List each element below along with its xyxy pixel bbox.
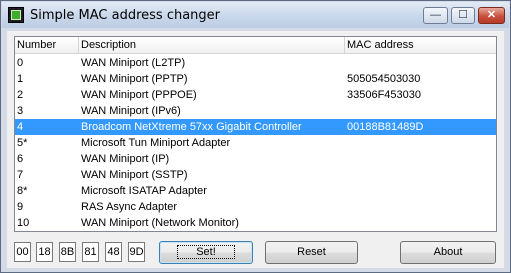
- table-row[interactable]: 7 WAN Miniport (SSTP): [15, 167, 496, 183]
- window-title: Simple MAC address changer: [30, 8, 221, 23]
- mac-byte-4-input[interactable]: 81: [82, 242, 99, 262]
- row-number: 1: [17, 73, 24, 85]
- row-description: WAN Miniport (Network Monitor): [81, 217, 239, 229]
- mac-byte-3-input[interactable]: 8B: [59, 242, 76, 262]
- row-description: Microsoft Tun Miniport Adapter: [81, 137, 231, 149]
- row-description: WAN Miniport (L2TP): [81, 57, 186, 69]
- mac-byte-5-input[interactable]: 48: [105, 242, 122, 262]
- row-number: 6: [17, 153, 24, 165]
- column-header-number[interactable]: Number: [15, 37, 79, 54]
- row-description: WAN Miniport (IP): [81, 153, 170, 165]
- mac-byte-6-input[interactable]: 9D: [128, 242, 145, 262]
- row-number: 7: [17, 169, 24, 181]
- close-button[interactable]: ✕: [478, 7, 505, 24]
- row-number: 8*: [17, 185, 28, 197]
- row-number: 2: [17, 89, 24, 101]
- maximize-button[interactable]: ☐: [451, 7, 475, 24]
- row-number: 5*: [17, 137, 28, 149]
- about-button[interactable]: About: [400, 241, 496, 264]
- list-header: Number Description MAC address: [15, 37, 496, 54]
- title-bar[interactable]: Simple MAC address changer — ☐ ✕: [2, 2, 509, 28]
- row-description: WAN Miniport (PPPOE): [81, 89, 197, 101]
- table-row[interactable]: 8* Microsoft ISATAP Adapter: [15, 183, 496, 199]
- row-mac-address: 00188B81489D: [347, 121, 424, 133]
- table-row[interactable]: 0 WAN Miniport (L2TP): [15, 55, 496, 71]
- column-header-mac[interactable]: MAC address: [345, 37, 496, 54]
- reset-button[interactable]: Reset: [265, 241, 358, 264]
- row-number: 0: [17, 57, 24, 69]
- mac-byte-1-input[interactable]: 00: [14, 242, 31, 262]
- minimize-button[interactable]: —: [423, 7, 448, 24]
- row-mac-address: 505054503030: [347, 73, 421, 85]
- table-row[interactable]: 3 WAN Miniport (IPv6): [15, 103, 496, 119]
- column-header-description[interactable]: Description: [79, 37, 345, 54]
- table-row[interactable]: 6 WAN Miniport (IP): [15, 151, 496, 167]
- adapter-list[interactable]: Number Description MAC address 0 WAN Mini…: [14, 36, 497, 232]
- row-description: Broadcom NetXtreme 57xx Gigabit Controll…: [81, 121, 302, 133]
- row-number: 9: [17, 201, 24, 213]
- row-number: 4: [17, 121, 24, 133]
- list-rows: 0 WAN Miniport (L2TP) 1 WAN Miniport (PPTP)…: [15, 55, 496, 231]
- row-description: Microsoft ISATAP Adapter: [81, 185, 207, 197]
- mac-byte-2-input[interactable]: 18: [36, 242, 53, 262]
- app-icon: [8, 7, 24, 23]
- app-window: Simple MAC address changer — ☐ ✕ Number …: [0, 0, 511, 273]
- row-description: RAS Async Adapter: [81, 201, 177, 213]
- row-description: WAN Miniport (PPTP): [81, 73, 188, 85]
- row-mac-address: 33506F453030: [347, 89, 422, 101]
- row-number: 3: [17, 105, 24, 117]
- client-area: Number Description MAC address 0 WAN Mini…: [7, 31, 504, 268]
- set-button-label: Set!: [177, 245, 235, 259]
- table-row[interactable]: 5* Microsoft Tun Miniport Adapter: [15, 135, 496, 151]
- table-row[interactable]: 9 RAS Async Adapter: [15, 199, 496, 215]
- table-row[interactable]: 4 Broadcom NetXtreme 57xx Gigabit Control…: [15, 119, 496, 135]
- set-button[interactable]: Set!: [159, 241, 253, 264]
- table-row[interactable]: 2 WAN Miniport (PPPOE) 33506F453030: [15, 87, 496, 103]
- table-row[interactable]: 1 WAN Miniport (PPTP) 505054503030: [15, 71, 496, 87]
- row-number: 10: [17, 217, 30, 229]
- row-description: WAN Miniport (SSTP): [81, 169, 188, 181]
- table-row[interactable]: 10 WAN Miniport (Network Monitor): [15, 215, 496, 231]
- row-description: WAN Miniport (IPv6): [81, 105, 181, 117]
